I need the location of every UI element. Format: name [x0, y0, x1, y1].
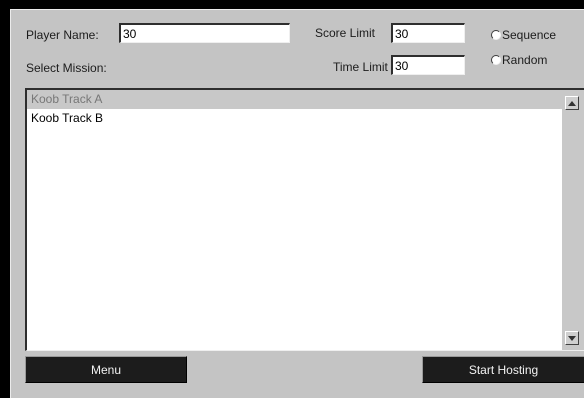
sequence-radio[interactable]: Sequence — [491, 28, 556, 42]
start-hosting-button[interactable]: Start Hosting — [422, 356, 584, 383]
list-scrollbar[interactable] — [562, 90, 584, 350]
time-limit-label: Time Limit — [333, 60, 388, 74]
random-radio[interactable]: Random — [491, 53, 547, 67]
score-limit-input[interactable] — [391, 23, 465, 43]
sequence-radio-label: Sequence — [502, 28, 557, 42]
mission-list[interactable]: Koob Track A Koob Track B — [25, 88, 584, 351]
menu-button[interactable]: Menu — [25, 356, 187, 383]
select-mission-label: Select Mission: — [26, 61, 107, 75]
time-limit-input[interactable] — [391, 55, 465, 75]
arrow-up-icon — [568, 100, 576, 106]
mission-item-koob-track-a[interactable]: Koob Track A — [27, 90, 562, 109]
random-radio-label: Random — [502, 53, 548, 67]
mission-item-koob-track-b[interactable]: Koob Track B — [27, 109, 562, 128]
arrow-down-icon — [568, 335, 576, 341]
radio-circle-icon — [491, 55, 501, 65]
score-limit-label: Score Limit — [315, 26, 376, 40]
scroll-up-button[interactable] — [565, 96, 579, 110]
radio-circle-icon — [491, 30, 501, 40]
player-name-label: Player Name: — [26, 28, 99, 42]
player-name-input[interactable] — [119, 23, 290, 43]
scroll-down-button[interactable] — [565, 331, 579, 345]
host-game-panel: Player Name: Select Mission: Score Limit… — [10, 9, 584, 398]
